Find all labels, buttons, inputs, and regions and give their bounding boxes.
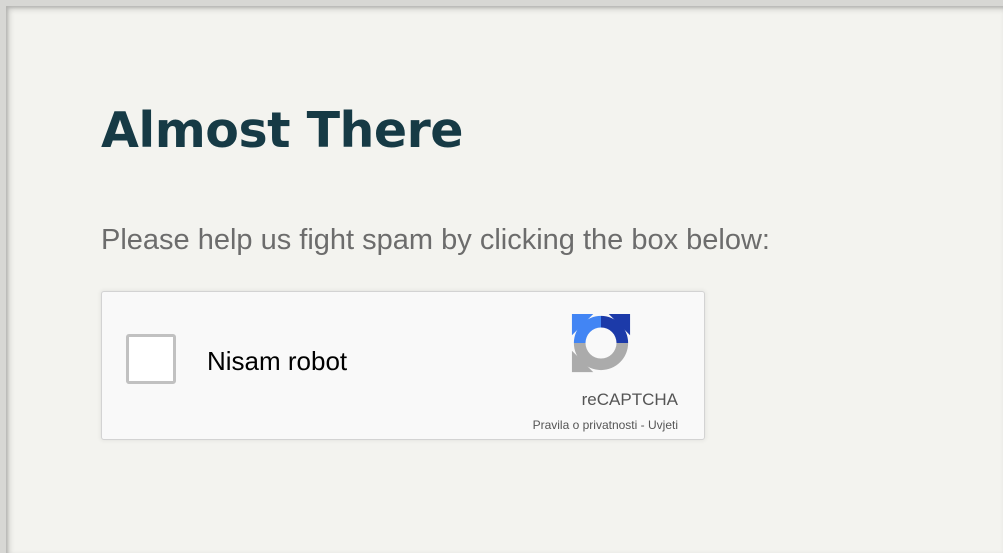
recaptcha-checkbox[interactable] xyxy=(126,334,176,384)
page-frame: Almost There Please help us fight spam b… xyxy=(0,0,1003,553)
recaptcha-links: Pravila o privatnosti - Uvjeti xyxy=(533,418,678,432)
recaptcha-brand: reCAPTCHA xyxy=(581,390,678,409)
recaptcha-widget: Nisam robot reCAPTCHA Pravila o privatno… xyxy=(101,291,705,440)
recaptcha-logo-icon xyxy=(571,313,631,373)
recaptcha-branding: reCAPTCHA Pravila o privatnosti - Uvjeti xyxy=(524,312,678,432)
terms-link[interactable]: Uvjeti xyxy=(648,418,678,432)
page-title: Almost There xyxy=(101,102,464,159)
links-separator: - xyxy=(637,418,648,432)
page-subtitle: Please help us fight spam by clicking th… xyxy=(101,224,770,256)
recaptcha-checkbox-label: Nisam robot xyxy=(207,346,348,376)
privacy-link[interactable]: Pravila o privatnosti xyxy=(533,418,638,432)
